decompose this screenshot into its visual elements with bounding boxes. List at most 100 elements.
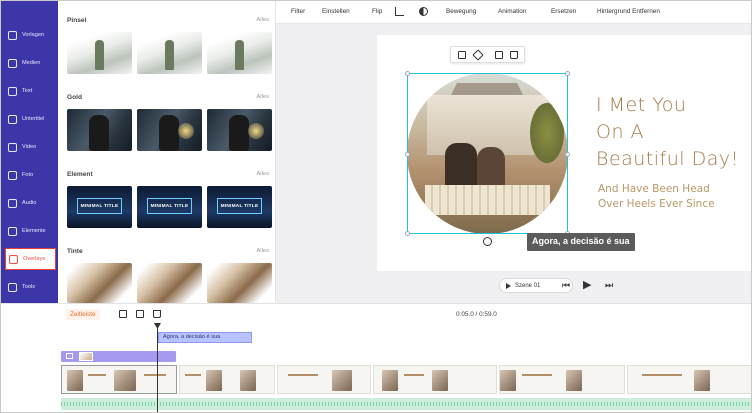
sidebar-item-text[interactable]: Text (5, 80, 56, 102)
playhead[interactable] (157, 324, 158, 412)
replace-button[interactable]: Ersetzen (551, 8, 576, 15)
sidebar-item-medien[interactable]: Medien (5, 52, 56, 74)
overlay-clip[interactable] (61, 351, 176, 362)
sidebar-item-video[interactable]: Video (5, 136, 56, 158)
duplicate-icon[interactable] (136, 310, 144, 318)
overlay-thumb[interactable] (207, 109, 272, 151)
photo-icon (8, 170, 17, 180)
play-icon (506, 282, 511, 289)
selection-box[interactable] (405, 71, 570, 236)
previous-icon[interactable]: ⏮ (562, 280, 570, 291)
sidebar-item-foto[interactable]: Foto (5, 164, 56, 186)
trash-icon[interactable] (510, 51, 518, 59)
filter-button[interactable]: Filter (291, 8, 305, 15)
subtitle-icon (8, 114, 17, 124)
scene-clip[interactable] (61, 365, 177, 394)
resize-handle[interactable] (565, 71, 570, 76)
section-title-element: Element (67, 171, 93, 178)
sidebar-item-label: Untertitel (22, 116, 45, 122)
animation-button[interactable]: Animation (498, 8, 526, 15)
overlay-thumb[interactable] (67, 109, 132, 151)
subline-line: And Have Been Head (598, 183, 710, 195)
overlay-thumb[interactable] (207, 263, 272, 303)
overlay-thumb[interactable] (137, 109, 202, 151)
scene-clip[interactable] (627, 365, 751, 394)
sidebar: Vorlagen Medien Text Untertitel Video Fo… (1, 1, 58, 303)
canvas-area: I Met You On A Beautiful Day! And Have B… (276, 24, 751, 303)
rotate-icon[interactable] (483, 237, 492, 246)
headline-line: I Met You (596, 94, 687, 116)
flip-button[interactable]: Flip (372, 8, 382, 15)
layers-icon (8, 30, 17, 40)
see-all-link[interactable]: Alles (256, 94, 269, 100)
sidebar-item-label: Medien (22, 60, 41, 66)
sidebar-item-label: Foto (22, 172, 34, 178)
adjust-button[interactable]: Einstellen (322, 8, 350, 15)
editor-window: Vorlagen Medien Text Untertitel Video Fo… (0, 0, 752, 413)
resize-handle[interactable] (405, 71, 410, 76)
overlay-thumb[interactable] (137, 263, 202, 303)
play-button[interactable]: ▶ (583, 278, 591, 291)
sidebar-item-overlays[interactable]: Overlays (5, 248, 56, 270)
subtitle-clip[interactable]: Agora, a decisão é sua (158, 332, 252, 343)
sidebar-item-label: Tools (22, 284, 36, 290)
timeline: Zeitleiste 0:05.0 / 0:59.0 Agora, a deci… (1, 303, 751, 412)
resize-handle[interactable] (405, 152, 410, 157)
sidebar-item-tools[interactable]: Tools (5, 276, 56, 298)
section-title-tinte: Tinte (67, 248, 83, 255)
thumb-title: MINIMAL TITLE (77, 198, 122, 214)
sidebar-item-elemente[interactable]: Elemente (5, 220, 56, 242)
sidebar-item-label: Text (22, 88, 33, 94)
image-icon (66, 353, 73, 359)
subline-text[interactable]: And Have Been Head Over Heels Ever Since (598, 182, 715, 212)
sidebar-item-label: Elemente (22, 228, 46, 234)
sidebar-item-label: Overlays (23, 256, 46, 262)
crop-icon[interactable] (395, 7, 404, 16)
thumb-title: MINIMAL TITLE (147, 198, 192, 214)
sidebar-item-untertitel[interactable]: Untertitel (5, 108, 56, 130)
split-icon[interactable] (119, 310, 127, 318)
overlay-thumb[interactable]: MINIMAL TITLE (207, 186, 272, 228)
resize-handle[interactable] (405, 231, 410, 236)
sidebar-item-label: Video (22, 144, 37, 150)
timecode: 0:05.0 / 0:59.0 (456, 311, 497, 318)
overlay-thumb[interactable] (67, 32, 132, 74)
text-icon (8, 86, 17, 96)
scene-clip[interactable] (373, 365, 497, 394)
audio-track[interactable] (61, 398, 751, 410)
see-all-link[interactable]: Alles (256, 17, 269, 23)
sidebar-item-label: Audio (22, 200, 37, 206)
thumb-title: MINIMAL TITLE (217, 198, 262, 214)
overlay-thumb[interactable]: MINIMAL TITLE (67, 186, 132, 228)
overlay-thumb[interactable] (137, 32, 202, 74)
sidebar-item-audio[interactable]: Audio (5, 192, 56, 214)
scene-clip[interactable] (277, 365, 371, 394)
subtitle-caption[interactable]: Agora, a decisão é sua (527, 233, 635, 251)
headline-text[interactable]: I Met You On A Beautiful Day! (596, 92, 739, 173)
trash-icon[interactable] (153, 310, 161, 318)
section-title-gold: Gold (67, 94, 83, 101)
duplicate-icon[interactable] (495, 51, 503, 59)
resize-handle[interactable] (565, 152, 570, 157)
sidebar-item-label: Vorlagen (22, 32, 45, 38)
overlays-icon (9, 254, 18, 264)
opacity-icon[interactable] (419, 7, 428, 16)
overlay-thumb[interactable] (207, 32, 272, 74)
subline-line: Over Heels Ever Since (598, 198, 715, 210)
scene-clip[interactable] (499, 365, 625, 394)
next-icon[interactable]: ⏭ (605, 280, 613, 291)
motion-button[interactable]: Bewegung (446, 8, 476, 15)
layers-icon[interactable] (472, 49, 484, 61)
overlay-thumb[interactable]: MINIMAL TITLE (137, 186, 202, 228)
see-all-link[interactable]: Alles (256, 171, 269, 177)
timeline-button[interactable]: Zeitleiste (66, 309, 100, 320)
headline-line: On A (596, 121, 645, 143)
sidebar-item-vorlagen[interactable]: Vorlagen (5, 24, 56, 46)
remove-background-button[interactable]: Hintergrund Entfernen (597, 8, 660, 15)
overlay-thumb[interactable] (67, 263, 132, 303)
align-icon[interactable] (458, 51, 466, 59)
scene-clip[interactable] (179, 365, 275, 394)
element-toolbar (450, 46, 525, 63)
scene-label: Szene 01 (515, 282, 541, 289)
see-all-link[interactable]: Alles (256, 248, 269, 254)
